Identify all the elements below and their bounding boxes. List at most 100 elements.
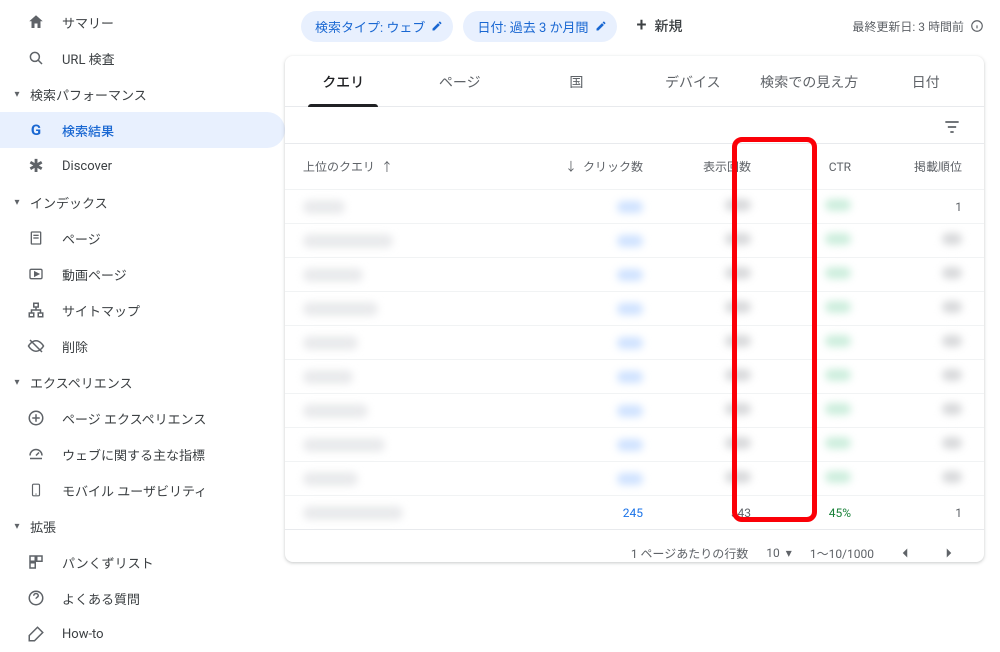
hide-icon	[26, 336, 46, 356]
chip-label: 日付: 過去 3 か月間	[477, 17, 588, 36]
sidebar-section-label: 検索パフォーマンス	[30, 85, 147, 104]
sidebar-item-breadcrumb[interactable]: パンくずリスト	[0, 544, 285, 580]
filter-icon[interactable]	[942, 117, 962, 137]
table-row[interactable]	[285, 394, 984, 428]
sidebar-item-search-results[interactable]: G 検索結果	[0, 112, 285, 148]
sidebar-item-label: 動画ページ	[62, 265, 127, 284]
table-row[interactable]	[285, 428, 984, 462]
home-icon	[26, 12, 46, 32]
video-icon	[26, 264, 46, 284]
table-row[interactable]: 1	[285, 190, 984, 224]
filter-bar: 検索タイプ: ウェブ 日付: 過去 3 か月間 + 新規 最終更新日: 3 時間…	[285, 0, 1000, 56]
sidebar-item-label: 検索結果	[62, 121, 114, 140]
sidebar-item-howto[interactable]: How-to	[0, 616, 285, 652]
sitemap-icon	[26, 300, 46, 320]
faq-icon	[26, 588, 46, 608]
table-row[interactable]	[285, 462, 984, 496]
sidebar-item-page-experience[interactable]: ページ エクスペリエンス	[0, 400, 285, 436]
col-header-impressions[interactable]: 表示回数	[643, 158, 751, 175]
chevron-down-icon: ▾	[786, 546, 792, 560]
table-row[interactable]: 245 543 45% 1	[285, 496, 984, 530]
table-row[interactable]	[285, 258, 984, 292]
sidebar-item-summary[interactable]: サマリー	[0, 4, 285, 40]
tab-dates[interactable]: 日付	[868, 56, 985, 106]
tab-devices[interactable]: デバイス	[635, 56, 752, 106]
sidebar-section-experience[interactable]: ▾ エクスペリエンス	[0, 364, 285, 400]
sidebar-item-sitemap[interactable]: サイトマップ	[0, 292, 285, 328]
sidebar-item-label: ウェブに関する主な指標	[62, 445, 205, 464]
table-row[interactable]	[285, 326, 984, 360]
page-icon	[26, 228, 46, 248]
sidebar-item-mobile-usability[interactable]: モバイル ユーザビリティ	[0, 472, 285, 508]
sidebar-item-label: サマリー	[62, 13, 114, 32]
chevron-down-icon: ▾	[12, 89, 22, 100]
chevron-down-icon: ▾	[12, 197, 22, 208]
sidebar-item-url-inspect[interactable]: URL 検査	[0, 40, 285, 76]
tab-appearance[interactable]: 検索での見え方	[751, 56, 868, 106]
sort-asc-icon: ↑	[381, 158, 393, 175]
table-row[interactable]	[285, 292, 984, 326]
results-card: クエリ ページ 国 デバイス 検索での見え方 日付 上位のクエリ ↑	[285, 56, 984, 562]
google-icon: G	[26, 120, 46, 140]
new-filter-label: 新規	[655, 16, 683, 36]
table-row[interactable]	[285, 360, 984, 394]
tab-pages[interactable]: ページ	[402, 56, 519, 106]
sidebar-item-video-pages[interactable]: 動画ページ	[0, 256, 285, 292]
sidebar-item-label: ページ	[62, 229, 101, 248]
prev-page-button[interactable]	[892, 540, 918, 562]
sidebar-item-label: サイトマップ	[62, 301, 140, 320]
sidebar-item-discover[interactable]: ✱ Discover	[0, 148, 285, 184]
sidebar-section-label: エクスペリエンス	[30, 373, 132, 392]
chevron-down-icon: ▾	[12, 521, 22, 532]
info-icon[interactable]	[970, 19, 984, 33]
last-updated-label: 最終更新日: 3 時間前	[852, 18, 964, 35]
tab-countries[interactable]: 国	[518, 56, 635, 106]
col-header-ctr[interactable]: CTR	[751, 160, 851, 174]
sidebar-item-remove[interactable]: 削除	[0, 328, 285, 364]
howto-icon	[26, 624, 46, 644]
results-table: 上位のクエリ ↑ ↓ クリック数 表示回数 CTR 掲載順位	[285, 144, 984, 530]
sidebar-section-enhancements[interactable]: ▾ 拡張	[0, 508, 285, 544]
plus-icon: +	[637, 17, 647, 35]
sidebar-item-pages[interactable]: ページ	[0, 220, 285, 256]
sidebar-item-label: How-to	[62, 627, 104, 642]
table-header-row: 上位のクエリ ↑ ↓ クリック数 表示回数 CTR 掲載順位	[285, 144, 984, 190]
breadcrumb-icon	[26, 552, 46, 572]
pagination: 1 ページあたりの行数 10 ▾ 1～10/1000	[285, 530, 984, 562]
sidebar-section-performance[interactable]: ▾ 検索パフォーマンス	[0, 76, 285, 112]
chip-label: 検索タイプ: ウェブ	[315, 17, 425, 36]
sidebar-item-faq[interactable]: よくある質問	[0, 580, 285, 616]
sidebar-section-index[interactable]: ▾ インデックス	[0, 184, 285, 220]
sidebar-item-label: よくある質問	[62, 589, 140, 608]
cell-impressions: 543	[643, 506, 751, 520]
sidebar-item-cwv[interactable]: ウェブに関する主な指標	[0, 436, 285, 472]
mobile-icon	[26, 480, 46, 500]
globe-plus-icon	[26, 408, 46, 428]
chip-search-type[interactable]: 検索タイプ: ウェブ	[301, 11, 453, 42]
rows-per-page-select[interactable]: 10 ▾	[766, 546, 792, 560]
col-header-query[interactable]: 上位のクエリ ↑	[303, 158, 533, 175]
sidebar-item-label: ページ エクスペリエンス	[62, 409, 206, 428]
tab-queries[interactable]: クエリ	[285, 56, 402, 106]
cell-position: 1	[851, 200, 966, 214]
sidebar-section-label: 拡張	[30, 517, 56, 536]
discover-icon: ✱	[26, 156, 46, 176]
col-header-clicks[interactable]: ↓ クリック数	[533, 158, 643, 175]
cell-ctr: 45%	[751, 506, 851, 520]
main: 検索タイプ: ウェブ 日付: 過去 3 か月間 + 新規 最終更新日: 3 時間…	[285, 0, 1000, 562]
chip-date-range[interactable]: 日付: 過去 3 か月間	[463, 11, 616, 42]
next-page-button[interactable]	[936, 540, 962, 562]
sidebar-item-label: パンくずリスト	[62, 553, 154, 572]
cell-clicks: 245	[533, 506, 643, 520]
chevron-down-icon: ▾	[12, 377, 22, 388]
cell-position: 1	[851, 506, 966, 520]
new-filter-button[interactable]: + 新規	[627, 10, 693, 42]
table-row[interactable]	[285, 224, 984, 258]
col-header-position[interactable]: 掲載順位	[851, 158, 966, 175]
rows-per-page-label: 1 ページあたりの行数	[631, 545, 748, 562]
sidebar-item-label: URL 検査	[62, 49, 115, 68]
sidebar-item-label: 削除	[62, 337, 88, 356]
edit-icon	[595, 20, 607, 32]
sidebar-item-label: モバイル ユーザビリティ	[62, 481, 207, 500]
speed-icon	[26, 444, 46, 464]
